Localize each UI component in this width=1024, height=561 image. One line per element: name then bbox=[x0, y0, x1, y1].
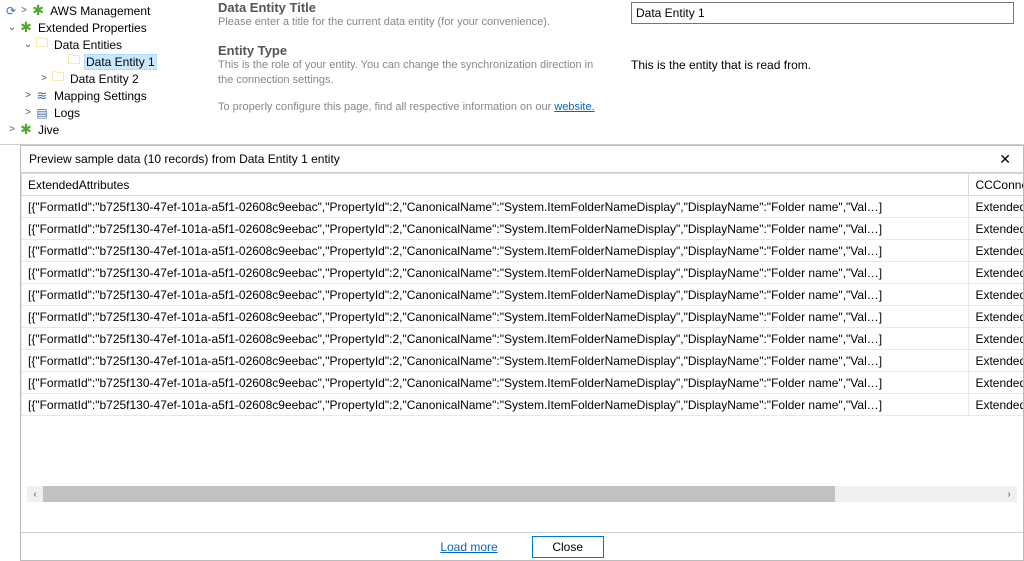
cell-extended-attributes: [{"FormatId":"b725f130-47ef-101a-a5f1-02… bbox=[22, 394, 969, 416]
preview-table: ExtendedAttributes CCConnectionName CCDa… bbox=[21, 173, 1023, 416]
table-header-row: ExtendedAttributes CCConnectionName CCDa… bbox=[22, 174, 1024, 196]
preview-footer: Load more Close bbox=[21, 532, 1023, 560]
tree-item-label: Mapping Settings bbox=[52, 89, 149, 103]
puzzle-icon: ✱ bbox=[18, 20, 34, 36]
column-extended-attributes[interactable]: ExtendedAttributes bbox=[22, 174, 969, 196]
table-row[interactable]: [{"FormatId":"b725f130-47ef-101a-a5f1-02… bbox=[22, 218, 1024, 240]
cell-extended-attributes: [{"FormatId":"b725f130-47ef-101a-a5f1-02… bbox=[22, 372, 969, 394]
close-button[interactable]: Close bbox=[532, 536, 604, 558]
refresh-icon[interactable]: ⟳ bbox=[6, 4, 16, 18]
cell-extended-attributes: [{"FormatId":"b725f130-47ef-101a-a5f1-02… bbox=[22, 196, 969, 218]
tree-item[interactable]: >≋Mapping Settings bbox=[4, 87, 200, 104]
cell-extended-attributes: [{"FormatId":"b725f130-47ef-101a-a5f1-02… bbox=[22, 240, 969, 262]
folder-icon: 🗀 bbox=[50, 71, 66, 87]
chevron-right-icon[interactable]: > bbox=[22, 90, 34, 101]
cell-cc-connection-name: Extended Properties bbox=[969, 350, 1023, 372]
scroll-thumb[interactable] bbox=[43, 486, 835, 502]
tree-item-label: Extended Properties bbox=[36, 21, 149, 35]
column-cc-connection-name[interactable]: CCConnectionName bbox=[969, 174, 1023, 196]
entity-title-desc: Please enter a title for the current dat… bbox=[218, 15, 601, 29]
table-row[interactable]: [{"FormatId":"b725f130-47ef-101a-a5f1-02… bbox=[22, 196, 1024, 218]
website-hint: To properly configure this page, find al… bbox=[218, 101, 1014, 113]
tree-item[interactable]: ⌄✱Extended Properties bbox=[4, 19, 200, 36]
cell-cc-connection-name: Extended Properties bbox=[969, 372, 1023, 394]
cell-extended-attributes: [{"FormatId":"b725f130-47ef-101a-a5f1-02… bbox=[22, 306, 969, 328]
cell-extended-attributes: [{"FormatId":"b725f130-47ef-101a-a5f1-02… bbox=[22, 284, 969, 306]
cell-cc-connection-name: Extended Properties bbox=[969, 218, 1023, 240]
chevron-right-icon[interactable]: > bbox=[18, 5, 30, 16]
tree-item[interactable]: >✱Jive bbox=[4, 121, 200, 138]
tree-item[interactable]: ⟳>✱AWS Management bbox=[4, 2, 200, 19]
chevron-right-icon[interactable]: > bbox=[6, 124, 18, 135]
folder-icon: 🗀 bbox=[34, 37, 50, 53]
scroll-right-icon[interactable]: › bbox=[1001, 486, 1017, 502]
chevron-right-icon[interactable]: > bbox=[22, 107, 34, 118]
cell-cc-connection-name: Extended Properties bbox=[969, 240, 1023, 262]
tree-item[interactable]: >▤Logs bbox=[4, 104, 200, 121]
table-row[interactable]: [{"FormatId":"b725f130-47ef-101a-a5f1-02… bbox=[22, 284, 1024, 306]
scroll-left-icon[interactable]: ‹ bbox=[27, 486, 43, 502]
table-row[interactable]: [{"FormatId":"b725f130-47ef-101a-a5f1-02… bbox=[22, 372, 1024, 394]
tree-item-label: Logs bbox=[52, 106, 82, 120]
cell-cc-connection-name: Extended Properties bbox=[969, 328, 1023, 350]
table-row[interactable]: [{"FormatId":"b725f130-47ef-101a-a5f1-02… bbox=[22, 350, 1024, 372]
website-link[interactable]: website. bbox=[554, 101, 594, 113]
tree-item-label: AWS Management bbox=[48, 4, 152, 18]
entity-title-input[interactable] bbox=[631, 2, 1014, 24]
tree-item[interactable]: 🗀Data Entity 1 bbox=[4, 53, 200, 70]
cell-extended-attributes: [{"FormatId":"b725f130-47ef-101a-a5f1-02… bbox=[22, 328, 969, 350]
cell-extended-attributes: [{"FormatId":"b725f130-47ef-101a-a5f1-02… bbox=[22, 350, 969, 372]
horizontal-scrollbar[interactable]: ‹ › bbox=[27, 486, 1017, 502]
tree-item-label: Jive bbox=[36, 123, 61, 137]
navigation-tree: ⟳>✱AWS Management⌄✱Extended Properties⌄🗀… bbox=[0, 0, 200, 144]
chevron-down-icon[interactable]: ⌄ bbox=[6, 22, 18, 33]
form-panel: Data Entity Title Please enter a title f… bbox=[200, 0, 1024, 144]
cell-extended-attributes: [{"FormatId":"b725f130-47ef-101a-a5f1-02… bbox=[22, 218, 969, 240]
puzzle-icon: ✱ bbox=[18, 122, 34, 138]
tree-item[interactable]: >🗀Data Entity 2 bbox=[4, 70, 200, 87]
table-row[interactable]: [{"FormatId":"b725f130-47ef-101a-a5f1-02… bbox=[22, 306, 1024, 328]
preview-title: Preview sample data (10 records) from Da… bbox=[29, 152, 340, 166]
load-more-link[interactable]: Load more bbox=[440, 540, 497, 554]
preview-panel: Preview sample data (10 records) from Da… bbox=[20, 145, 1024, 561]
entity-type-desc: This is the role of your entity. You can… bbox=[218, 58, 601, 87]
entity-type-value: This is the entity that is read from. bbox=[631, 58, 811, 72]
table-row[interactable]: [{"FormatId":"b725f130-47ef-101a-a5f1-02… bbox=[22, 394, 1024, 416]
entity-type-heading: Entity Type bbox=[218, 43, 601, 58]
chevron-down-icon[interactable]: ⌄ bbox=[22, 39, 34, 50]
tree-item-label: Data Entities bbox=[52, 38, 124, 52]
cell-cc-connection-name: Extended Properties bbox=[969, 284, 1023, 306]
puzzle-icon: ✱ bbox=[30, 3, 46, 19]
cell-cc-connection-name: Extended Properties bbox=[969, 196, 1023, 218]
chevron-right-icon[interactable]: > bbox=[38, 73, 50, 84]
table-row[interactable]: [{"FormatId":"b725f130-47ef-101a-a5f1-02… bbox=[22, 262, 1024, 284]
table-row[interactable]: [{"FormatId":"b725f130-47ef-101a-a5f1-02… bbox=[22, 328, 1024, 350]
tree-item[interactable]: ⌄🗀Data Entities bbox=[4, 36, 200, 53]
folder-icon: 🗀 bbox=[66, 54, 82, 70]
cell-cc-connection-name: Extended Properties bbox=[969, 306, 1023, 328]
table-row[interactable]: [{"FormatId":"b725f130-47ef-101a-a5f1-02… bbox=[22, 240, 1024, 262]
tree-item-label: Data Entity 2 bbox=[68, 72, 141, 86]
tree-item-label: Data Entity 1 bbox=[84, 54, 157, 70]
cell-extended-attributes: [{"FormatId":"b725f130-47ef-101a-a5f1-02… bbox=[22, 262, 969, 284]
mapping-icon: ≋ bbox=[34, 88, 50, 104]
logs-icon: ▤ bbox=[34, 105, 50, 121]
cell-cc-connection-name: Extended Properties bbox=[969, 394, 1023, 416]
cell-cc-connection-name: Extended Properties bbox=[969, 262, 1023, 284]
close-icon[interactable]: ✕ bbox=[995, 151, 1015, 168]
entity-title-heading: Data Entity Title bbox=[218, 0, 601, 15]
